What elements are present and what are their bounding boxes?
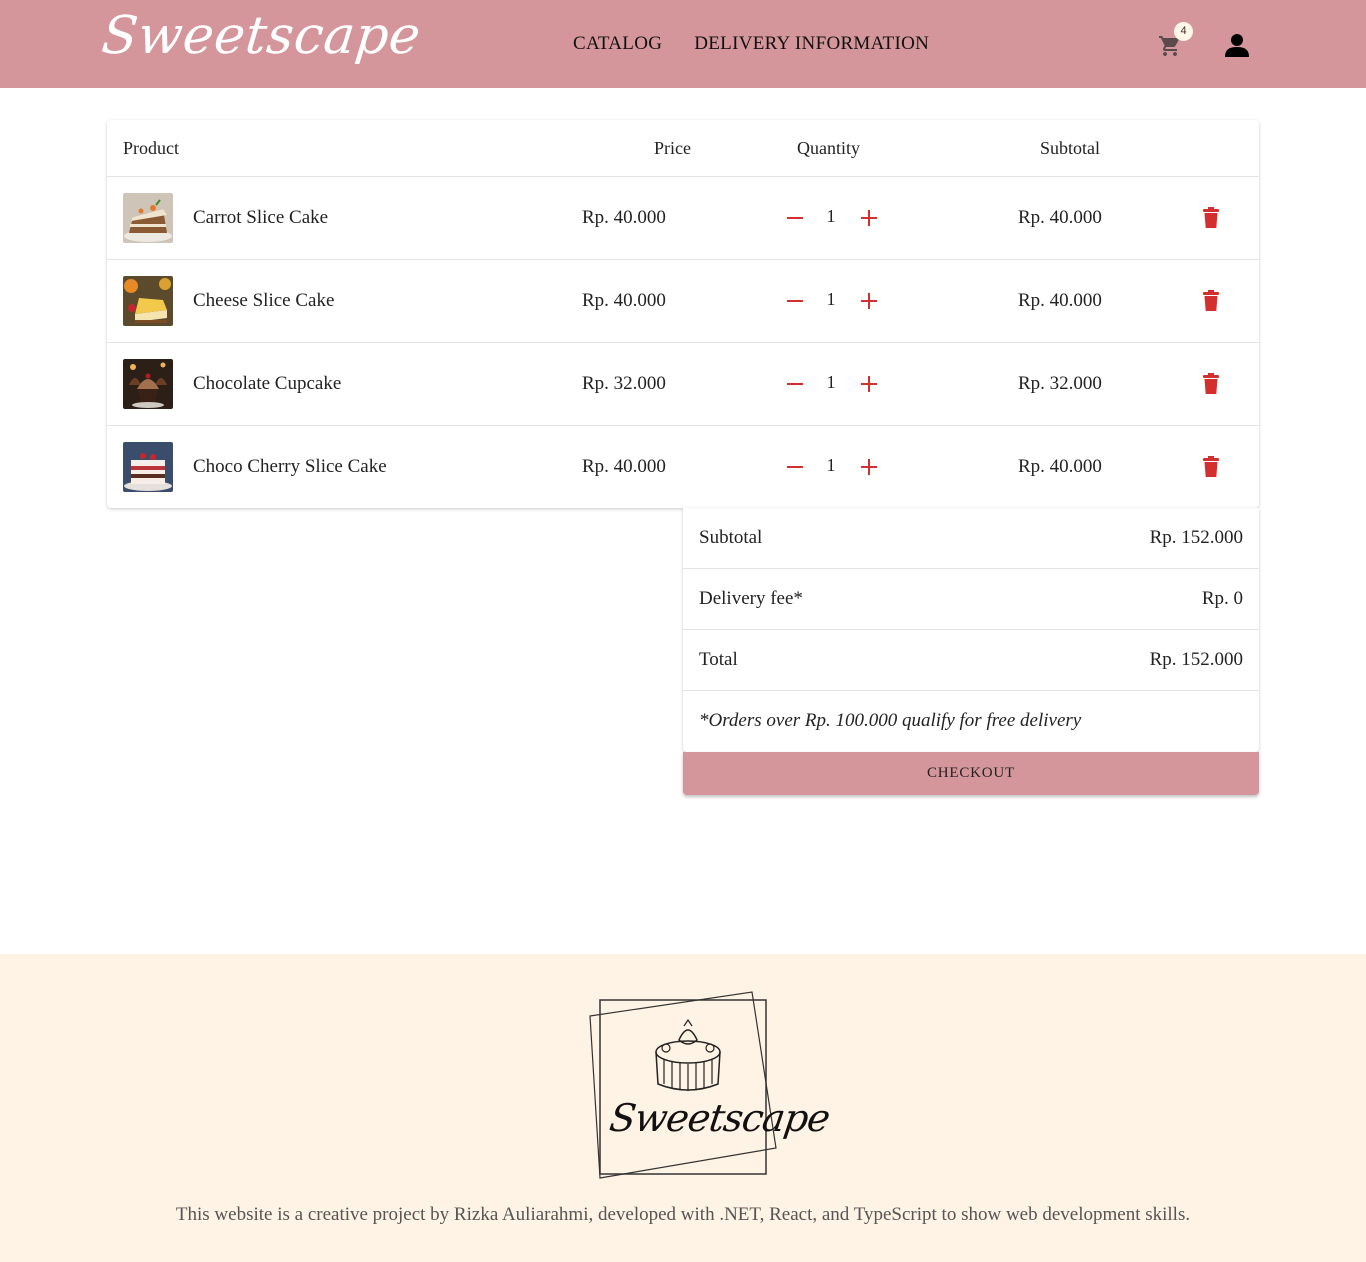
checkout-button[interactable]: CHECKOUT <box>683 752 1259 795</box>
row-subtotal: Rp. 40.000 <box>1018 456 1102 477</box>
table-row: Cheese Slice Cake Rp. 40.000 1 Rp. 40.00… <box>107 259 1259 342</box>
delivery-fee-label: Delivery fee* <box>699 588 803 609</box>
minus-icon <box>787 300 803 302</box>
decrease-quantity-button[interactable] <box>784 207 806 229</box>
remove-item-button[interactable] <box>1201 455 1221 479</box>
remove-item-button[interactable] <box>1201 289 1221 313</box>
decrease-quantity-button[interactable] <box>784 373 806 395</box>
quantity-value: 1 <box>826 206 836 226</box>
column-header-subtotal: Subtotal <box>1040 138 1101 158</box>
product-thumbnail <box>123 193 173 243</box>
product-name[interactable]: Carrot Slice Cake <box>193 177 328 259</box>
plus-icon <box>861 293 877 309</box>
column-header-product: Product <box>123 138 179 158</box>
main-nav: CATALOG DELIVERY INFORMATION <box>573 33 929 55</box>
top-navbar: Sweetscape CATALOG DELIVERY INFORMATION … <box>0 0 1366 88</box>
summary-subtotal-value: Rp. 152.000 <box>1149 527 1243 548</box>
plus-icon <box>861 376 877 392</box>
decrease-quantity-button[interactable] <box>784 456 806 478</box>
increase-quantity-button[interactable] <box>858 290 880 312</box>
column-header-price: Price <box>654 138 691 158</box>
trash-icon <box>1203 456 1219 477</box>
product-price: Rp. 40.000 <box>582 207 666 228</box>
footer: Sweetscape This website is a creative pr… <box>0 954 1366 1262</box>
product-price: Rp. 40.000 <box>582 290 666 311</box>
product-thumbnail <box>123 359 173 409</box>
column-header-quantity: Quantity <box>797 138 860 158</box>
table-row: Carrot Slice Cake Rp. 40.000 1 Rp. 40.00… <box>107 176 1259 259</box>
quantity-value: 1 <box>826 372 836 392</box>
order-summary: Subtotal Rp. 152.000 Delivery fee* Rp. 0… <box>683 508 1259 752</box>
plus-icon <box>861 210 877 226</box>
footer-logo-text: Sweetscape <box>606 1096 833 1140</box>
product-name[interactable]: Choco Cherry Slice Cake <box>193 426 387 508</box>
cake-icon <box>655 1018 721 1091</box>
total-value: Rp. 152.000 <box>1149 649 1243 670</box>
quantity-value: 1 <box>826 455 836 475</box>
footer-credit-text: This website is a creative project by Ri… <box>175 1204 1191 1225</box>
decrease-quantity-button[interactable] <box>784 290 806 312</box>
remove-item-button[interactable] <box>1201 206 1221 230</box>
product-price: Rp. 40.000 <box>582 456 666 477</box>
user-account-button[interactable] <box>1224 32 1250 58</box>
user-icon <box>1225 34 1249 57</box>
total-label: Total <box>699 649 738 670</box>
free-delivery-note: *Orders over Rp. 100.000 qualify for fre… <box>699 710 1082 731</box>
footer-logo: Sweetscape <box>586 990 832 1182</box>
product-name[interactable]: Chocolate Cupcake <box>193 343 341 425</box>
summary-subtotal-row: Subtotal Rp. 152.000 <box>683 508 1259 569</box>
row-subtotal: Rp. 32.000 <box>1018 373 1102 394</box>
increase-quantity-button[interactable] <box>858 373 880 395</box>
nav-delivery-information-link[interactable]: DELIVERY INFORMATION <box>694 33 929 55</box>
product-name[interactable]: Cheese Slice Cake <box>193 260 334 342</box>
quantity-value: 1 <box>826 289 836 309</box>
minus-icon <box>787 217 803 219</box>
summary-subtotal-label: Subtotal <box>699 527 763 548</box>
table-row: Chocolate Cupcake Rp. 32.000 1 Rp. 32.00… <box>107 342 1259 425</box>
increase-quantity-button[interactable] <box>858 207 880 229</box>
table-row: Choco Cherry Slice Cake Rp. 40.000 1 Rp.… <box>107 425 1259 508</box>
minus-icon <box>787 383 803 385</box>
delivery-fee-value: Rp. 0 <box>1201 588 1243 609</box>
product-thumbnail <box>123 276 173 326</box>
free-delivery-note-row: *Orders over Rp. 100.000 qualify for fre… <box>683 691 1259 752</box>
brand-logo[interactable]: Sweetscape <box>99 6 424 66</box>
row-subtotal: Rp. 40.000 <box>1018 207 1102 228</box>
trash-icon <box>1203 290 1219 311</box>
cart-count-badge: 4 <box>1174 22 1193 41</box>
cart-button[interactable]: 4 <box>1158 22 1193 58</box>
trash-icon <box>1203 207 1219 228</box>
minus-icon <box>787 466 803 468</box>
product-price: Rp. 32.000 <box>582 373 666 394</box>
summary-total-row: Total Rp. 152.000 <box>683 630 1259 691</box>
increase-quantity-button[interactable] <box>858 456 880 478</box>
cart-table: Product Price Quantity Subtotal Carrot S… <box>107 120 1259 508</box>
nav-catalog-link[interactable]: CATALOG <box>573 33 662 55</box>
remove-item-button[interactable] <box>1201 372 1221 396</box>
row-subtotal: Rp. 40.000 <box>1018 290 1102 311</box>
plus-icon <box>861 459 877 475</box>
trash-icon <box>1203 373 1219 394</box>
product-thumbnail <box>123 442 173 492</box>
summary-delivery-row: Delivery fee* Rp. 0 <box>683 569 1259 630</box>
